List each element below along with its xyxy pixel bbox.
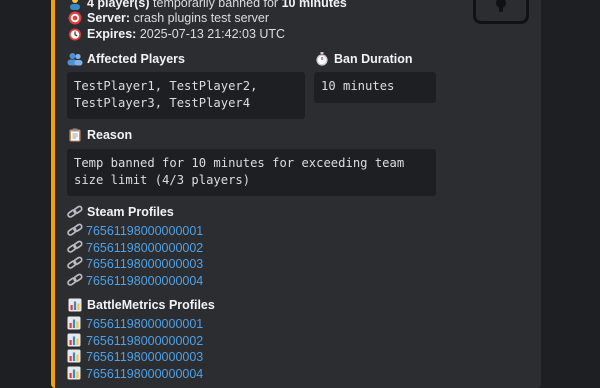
target-icon <box>67 11 83 27</box>
reason-codeblock: Temp banned for 10 minutes for exceeding… <box>67 149 436 196</box>
steam-profile-link[interactable]: 76561198000000002 <box>86 241 203 255</box>
steam-link-row: 76561198000000001 <box>67 223 203 240</box>
battlemetrics-profile-link[interactable]: 76561198000000004 <box>86 367 203 381</box>
bar-chart-icon <box>67 316 83 330</box>
battlemetrics-link-row: 76561198000000003 <box>67 349 203 366</box>
clipboard-icon <box>67 128 83 144</box>
link-icon <box>67 205 83 221</box>
ban-type-text: temporarily banned for <box>153 0 279 10</box>
ban-duration-codeblock: 10 minutes <box>314 72 436 103</box>
ban-duration-text: 10 minutes <box>281 0 347 10</box>
alarm-clock-icon <box>67 27 83 43</box>
battlemetrics-profile-link[interactable]: 76561198000000001 <box>86 317 203 331</box>
battlemetrics-profile-link[interactable]: 76561198000000002 <box>86 334 203 348</box>
embed-body: 4 player(s) temporarily banned for 10 mi… <box>67 0 541 388</box>
link-icon <box>67 256 83 270</box>
player-count: 4 player(s) <box>87 0 150 10</box>
link-icon <box>67 273 83 287</box>
lock-icon <box>496 0 506 12</box>
message-gutter <box>0 0 51 375</box>
battlemetrics-profiles-title: BattleMetrics Profiles <box>67 297 215 314</box>
battlemetrics-link-row: 76561198000000004 <box>67 366 203 383</box>
battlemetrics-link-row: 76561198000000002 <box>67 333 203 350</box>
steam-link-row: 76561198000000004 <box>67 273 203 290</box>
expires-timestamp: 2025-07-13 21:42:03 UTC <box>139 27 286 41</box>
steam-profile-link[interactable]: 76561198000000003 <box>86 257 203 271</box>
server-name: crash plugins test server <box>133 11 270 25</box>
steam-profile-links: 76561198000000001 76561198000000002 7656… <box>67 223 203 290</box>
affected-players-label: Affected Players <box>87 52 185 66</box>
ban-duration-label: Ban Duration <box>334 52 413 66</box>
embed-thumbnail[interactable] <box>473 0 529 24</box>
server-label: Server: <box>87 11 131 25</box>
steam-link-row: 76561198000000002 <box>67 240 203 257</box>
bar-chart-icon <box>67 349 83 363</box>
link-icon <box>67 240 83 254</box>
users-icon <box>67 52 83 68</box>
stopwatch-icon <box>314 52 330 68</box>
ban-duration-title: Ban Duration <box>314 51 412 68</box>
affected-players-codeblock: TestPlayer1, TestPlayer2, TestPlayer3, T… <box>67 72 305 119</box>
bar-chart-icon <box>67 366 83 380</box>
bar-chart-icon <box>67 333 83 347</box>
battlemetrics-link-row: 76561198000000001 <box>67 316 203 333</box>
chat-right-margin <box>541 0 600 375</box>
battlemetrics-profile-link[interactable]: 76561198000000003 <box>86 350 203 364</box>
steam-profile-link[interactable]: 76561198000000004 <box>86 274 203 288</box>
affected-players-title: Affected Players <box>67 51 185 68</box>
steam-profile-link[interactable]: 76561198000000001 <box>86 224 203 238</box>
link-icon <box>67 223 83 237</box>
battlemetrics-profile-links: 76561198000000001 76561198000000002 7656… <box>67 316 203 383</box>
battlemetrics-profiles-label: BattleMetrics Profiles <box>87 298 215 312</box>
bar-chart-icon <box>67 298 83 314</box>
steam-link-row: 76561198000000003 <box>67 256 203 273</box>
server-line: Server: crash plugins test server <box>67 10 269 27</box>
expires-label: Expires: <box>87 27 137 41</box>
ban-embed: 4 player(s) temporarily banned for 10 mi… <box>51 0 541 388</box>
embed-accent-bar <box>51 0 55 388</box>
expires-line: Expires: 2025-07-13 21:42:03 UTC <box>67 26 285 43</box>
steam-profiles-label: Steam Profiles <box>87 205 174 219</box>
reason-title: Reason <box>67 127 132 144</box>
reason-label: Reason <box>87 128 133 142</box>
steam-profiles-title: Steam Profiles <box>67 204 174 221</box>
